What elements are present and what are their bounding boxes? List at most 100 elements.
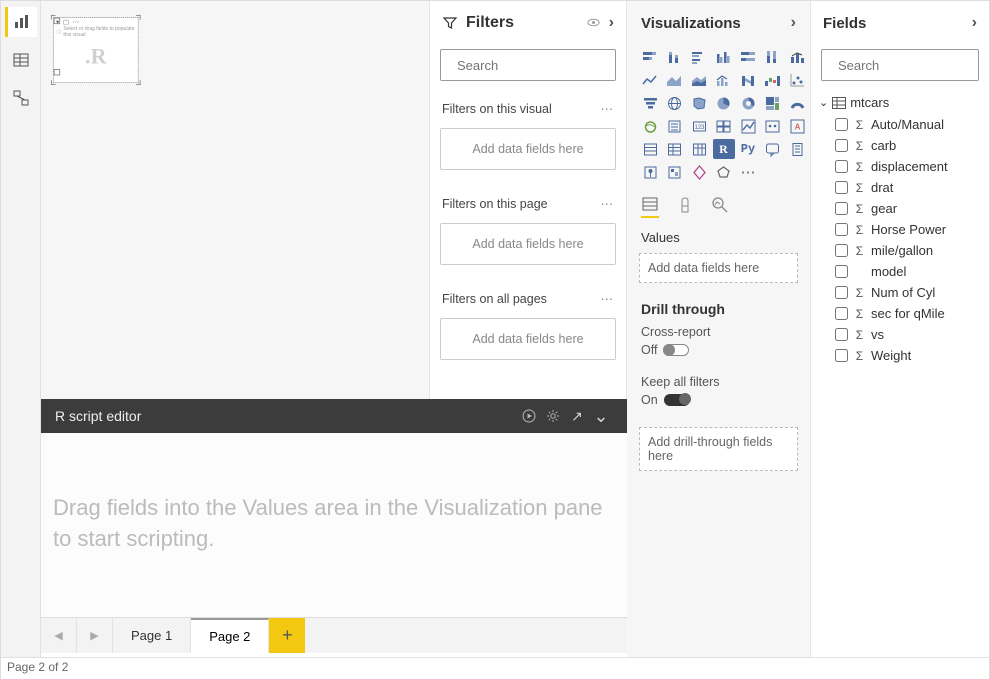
report-view-button[interactable]	[5, 7, 37, 37]
field-checkbox[interactable]	[835, 118, 848, 131]
collapse-viz-button[interactable]: ›	[791, 15, 796, 31]
field-checkbox[interactable]	[835, 223, 848, 236]
clustered-column-icon[interactable]	[713, 47, 735, 67]
filters-visual-dropzone[interactable]: Add data fields here	[440, 128, 616, 170]
field-checkbox[interactable]	[835, 160, 848, 173]
fields-tab[interactable]	[641, 196, 659, 218]
stacked-column-icon[interactable]	[664, 47, 686, 67]
drill-through-dropzone[interactable]: Add drill-through fields here	[639, 427, 798, 471]
page-tab-2[interactable]: Page 2	[191, 618, 269, 653]
key-influencers-icon[interactable]	[762, 116, 784, 136]
power-apps-icon[interactable]	[688, 162, 710, 182]
field-checkbox[interactable]	[835, 286, 848, 299]
script-options-button[interactable]	[541, 404, 565, 428]
matrix-icon[interactable]	[664, 139, 686, 159]
add-page-button[interactable]: +	[269, 618, 305, 653]
keep-filters-toggle[interactable]: On	[641, 393, 690, 407]
page-next-button[interactable]: ▶	[77, 618, 113, 653]
gauge-icon[interactable]	[786, 93, 808, 113]
get-visuals-icon[interactable]	[713, 162, 735, 182]
field-row[interactable]: Σcarb	[811, 135, 989, 156]
map-icon[interactable]	[664, 93, 686, 113]
combo-column-icon[interactable]	[786, 47, 808, 67]
field-checkbox[interactable]	[835, 265, 848, 278]
field-row[interactable]: Σvs	[811, 324, 989, 345]
field-row[interactable]: model	[811, 261, 989, 282]
field-row[interactable]: Σdrat	[811, 177, 989, 198]
treemap-icon[interactable]	[762, 93, 784, 113]
table2-icon[interactable]	[688, 139, 710, 159]
stacked-area-icon[interactable]	[688, 70, 710, 90]
field-checkbox[interactable]	[835, 328, 848, 341]
field-row[interactable]: ΣHorse Power	[811, 219, 989, 240]
slicer-icon[interactable]	[664, 116, 686, 136]
area-chart-icon[interactable]	[664, 70, 686, 90]
clustered-bar-icon[interactable]	[688, 47, 710, 67]
model-view-button[interactable]	[5, 83, 37, 113]
filters-page-dropzone[interactable]: Add data fields here	[440, 223, 616, 265]
cross-report-toggle[interactable]: Off	[641, 343, 689, 357]
collapse-editor-button[interactable]: ⌄	[589, 404, 613, 428]
fields-search-input[interactable]	[836, 57, 990, 74]
field-checkbox[interactable]	[835, 244, 848, 257]
r-visual[interactable]: ▾ ▢ ⋯ ⓘSelect or drag fields to populate…	[53, 17, 139, 83]
python-visual-icon[interactable]: Py	[737, 139, 759, 159]
r-visual-icon[interactable]: R	[713, 139, 735, 159]
waterfall-icon[interactable]	[762, 70, 784, 90]
pie-chart-icon[interactable]	[713, 93, 735, 113]
hundred-bar-icon[interactable]	[737, 47, 759, 67]
filled-map-icon[interactable]	[688, 93, 710, 113]
table-viz-icon[interactable]	[639, 139, 661, 159]
filters-search[interactable]	[440, 49, 616, 81]
filters-all-more[interactable]: ⋯	[601, 291, 615, 306]
field-row[interactable]: ΣAuto/Manual	[811, 114, 989, 135]
field-checkbox[interactable]	[835, 139, 848, 152]
field-row[interactable]: Σgear	[811, 198, 989, 219]
decomposition-icon[interactable]: A	[786, 116, 808, 136]
run-script-button[interactable]	[517, 404, 541, 428]
filters-search-input[interactable]	[455, 57, 635, 74]
ribbon-chart-icon[interactable]	[737, 70, 759, 90]
table-node-mtcars[interactable]: ⌄ mtcars	[811, 91, 989, 114]
more-icon[interactable]: ⋯	[73, 18, 79, 26]
field-row[interactable]: Σdisplacement	[811, 156, 989, 177]
funnel-icon[interactable]: ▾	[56, 18, 59, 26]
filters-visual-more[interactable]: ⋯	[601, 101, 615, 116]
field-row[interactable]: ΣWeight	[811, 345, 989, 366]
field-checkbox[interactable]	[835, 307, 848, 320]
field-checkbox[interactable]	[835, 349, 848, 362]
page-tab-1[interactable]: Page 1	[113, 618, 191, 653]
field-row[interactable]: Σsec for qMile	[811, 303, 989, 324]
page-prev-button[interactable]: ◀	[41, 618, 77, 653]
azure-map-icon[interactable]	[639, 162, 661, 182]
collapse-filters-button[interactable]: ›	[609, 15, 614, 31]
data-view-button[interactable]	[5, 45, 37, 75]
line-chart-icon[interactable]	[639, 70, 661, 90]
multi-card-icon[interactable]	[713, 116, 735, 136]
fields-search[interactable]	[821, 49, 979, 81]
field-checkbox[interactable]	[835, 181, 848, 194]
stacked-bar-icon[interactable]	[639, 47, 661, 67]
combo-line-icon[interactable]	[713, 70, 735, 90]
filters-all-dropzone[interactable]: Add data fields here	[440, 318, 616, 360]
format-tab[interactable]	[677, 196, 693, 218]
more-visuals-icon[interactable]: ⋯	[737, 162, 759, 182]
filters-page-more[interactable]: ⋯	[601, 196, 615, 211]
scatter-icon[interactable]	[786, 70, 808, 90]
funnel-chart-icon[interactable]	[639, 93, 661, 113]
field-checkbox[interactable]	[835, 202, 848, 215]
r-script-editor[interactable]: Drag fields into the Values area in the …	[41, 433, 627, 617]
popout-button[interactable]: ↗	[565, 404, 589, 428]
field-row[interactable]: Σmile/gallon	[811, 240, 989, 261]
arcgis-icon[interactable]	[639, 116, 661, 136]
donut-chart-icon[interactable]	[737, 93, 759, 113]
hundred-column-icon[interactable]	[762, 47, 784, 67]
field-row[interactable]: ΣNum of Cyl	[811, 282, 989, 303]
kpi-icon[interactable]	[737, 116, 759, 136]
shape-map-icon[interactable]	[664, 162, 686, 182]
focus-icon[interactable]: ▢	[63, 18, 69, 26]
analytics-tab[interactable]	[711, 196, 729, 218]
qa-visual-icon[interactable]	[762, 139, 784, 159]
collapse-fields-button[interactable]: ›	[972, 15, 977, 31]
card-icon[interactable]: 123	[688, 116, 710, 136]
